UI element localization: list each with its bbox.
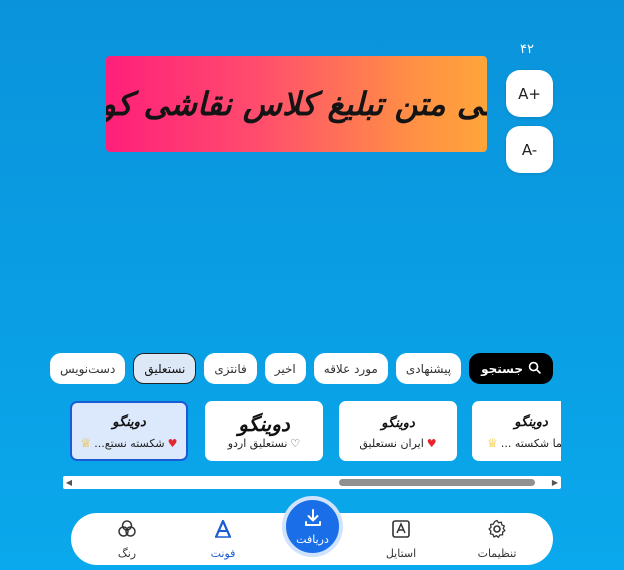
download-label: دریافت (296, 532, 329, 546)
font-name: ایران نستعلیق (359, 436, 424, 450)
tab-recent[interactable]: اخیر (264, 353, 306, 384)
banner-text: طراحی متن تبلیغ کلاس نقاشی کودکان (106, 85, 487, 123)
horizontal-scrollbar[interactable]: ◀ ▶ (63, 476, 561, 489)
font-card[interactable]: دوینگو ♥ ایران نستعلیق (339, 401, 457, 461)
nav-color-label: رنگ (117, 546, 137, 560)
font-sample: دوینگو (238, 411, 290, 436)
color-palette-icon (117, 519, 137, 542)
font-size-value: ۴۲ (520, 42, 534, 57)
font-name-row: ♥ شکسته نستع... ♕ (81, 436, 178, 450)
heart-icon[interactable]: ♥ (427, 437, 437, 450)
font-name-row: ♡ نستعلیق اردو (228, 437, 301, 450)
nav-font[interactable]: فونت (183, 513, 263, 565)
font-name: نستعلیق اردو (227, 436, 288, 450)
font-sample: دوینگو (514, 415, 548, 430)
text-preview-banner[interactable]: طراحی متن تبلیغ کلاس نقاشی کودکان (106, 56, 487, 152)
scroll-left-icon[interactable]: ◀ (63, 476, 75, 489)
nav-style[interactable]: استایل (361, 513, 441, 565)
scroll-right-icon[interactable]: ▶ (549, 476, 561, 489)
font-name: شکسته نستع... (94, 436, 165, 450)
tab-nastaliq[interactable]: نستعلیق (133, 353, 197, 384)
tab-search[interactable]: جستجو (469, 353, 553, 384)
font-sample: دوینگو (381, 415, 415, 431)
font-card[interactable]: دوینگو ♥ شکسته نستع... ♕ (70, 401, 188, 461)
decrease-font-button[interactable]: A- (506, 126, 553, 173)
tab-handwriting[interactable]: دست‌نویس (49, 353, 126, 384)
crown-icon: ♕ (487, 436, 498, 450)
font-sample: دوینگو (112, 415, 146, 430)
crown-icon: ♕ (80, 436, 92, 450)
font-name-row: ♥ ایران نستعلیق (359, 437, 436, 450)
nav-font-label: فونت (210, 546, 236, 560)
font-card[interactable]: دوینگو ♡ نستعلیق اردو (205, 401, 323, 461)
style-icon (391, 519, 411, 542)
tab-favorites[interactable]: مورد علاقه (313, 353, 388, 384)
tab-suggested[interactable]: پیشنهادی (395, 353, 462, 384)
nav-color[interactable]: رنگ (87, 513, 167, 565)
font-icon (213, 519, 233, 542)
search-icon (528, 361, 541, 377)
heart-outline-icon[interactable]: ♡ (290, 437, 300, 450)
tab-fantasy[interactable]: فانتزی (204, 353, 257, 384)
nav-style-label: استایل (385, 546, 417, 560)
scroll-thumb[interactable] (339, 479, 535, 486)
gear-icon (487, 519, 507, 542)
font-category-tabs: جستجو پیشنهادی مورد علاقه اخیر فانتزی نس… (49, 353, 553, 384)
increase-font-button[interactable]: A+ (506, 70, 553, 117)
download-icon (303, 508, 323, 531)
font-name-row: سیما شکسته ... ♕ (487, 436, 561, 450)
font-list: دوینگو ♥ شکسته نستع... ♕ دوینگو ♡ نستعلی… (63, 401, 561, 461)
nav-settings[interactable]: تنظیمات (457, 513, 537, 565)
nav-settings-label: تنظیمات (477, 546, 517, 560)
font-card[interactable]: دوینگو سیما شکسته ... ♕ (472, 401, 561, 461)
download-button[interactable]: دریافت (282, 496, 343, 557)
tab-search-label: جستجو (481, 361, 523, 376)
heart-icon[interactable]: ♥ (168, 437, 178, 450)
font-name: سیما شکسته ... (500, 436, 561, 450)
